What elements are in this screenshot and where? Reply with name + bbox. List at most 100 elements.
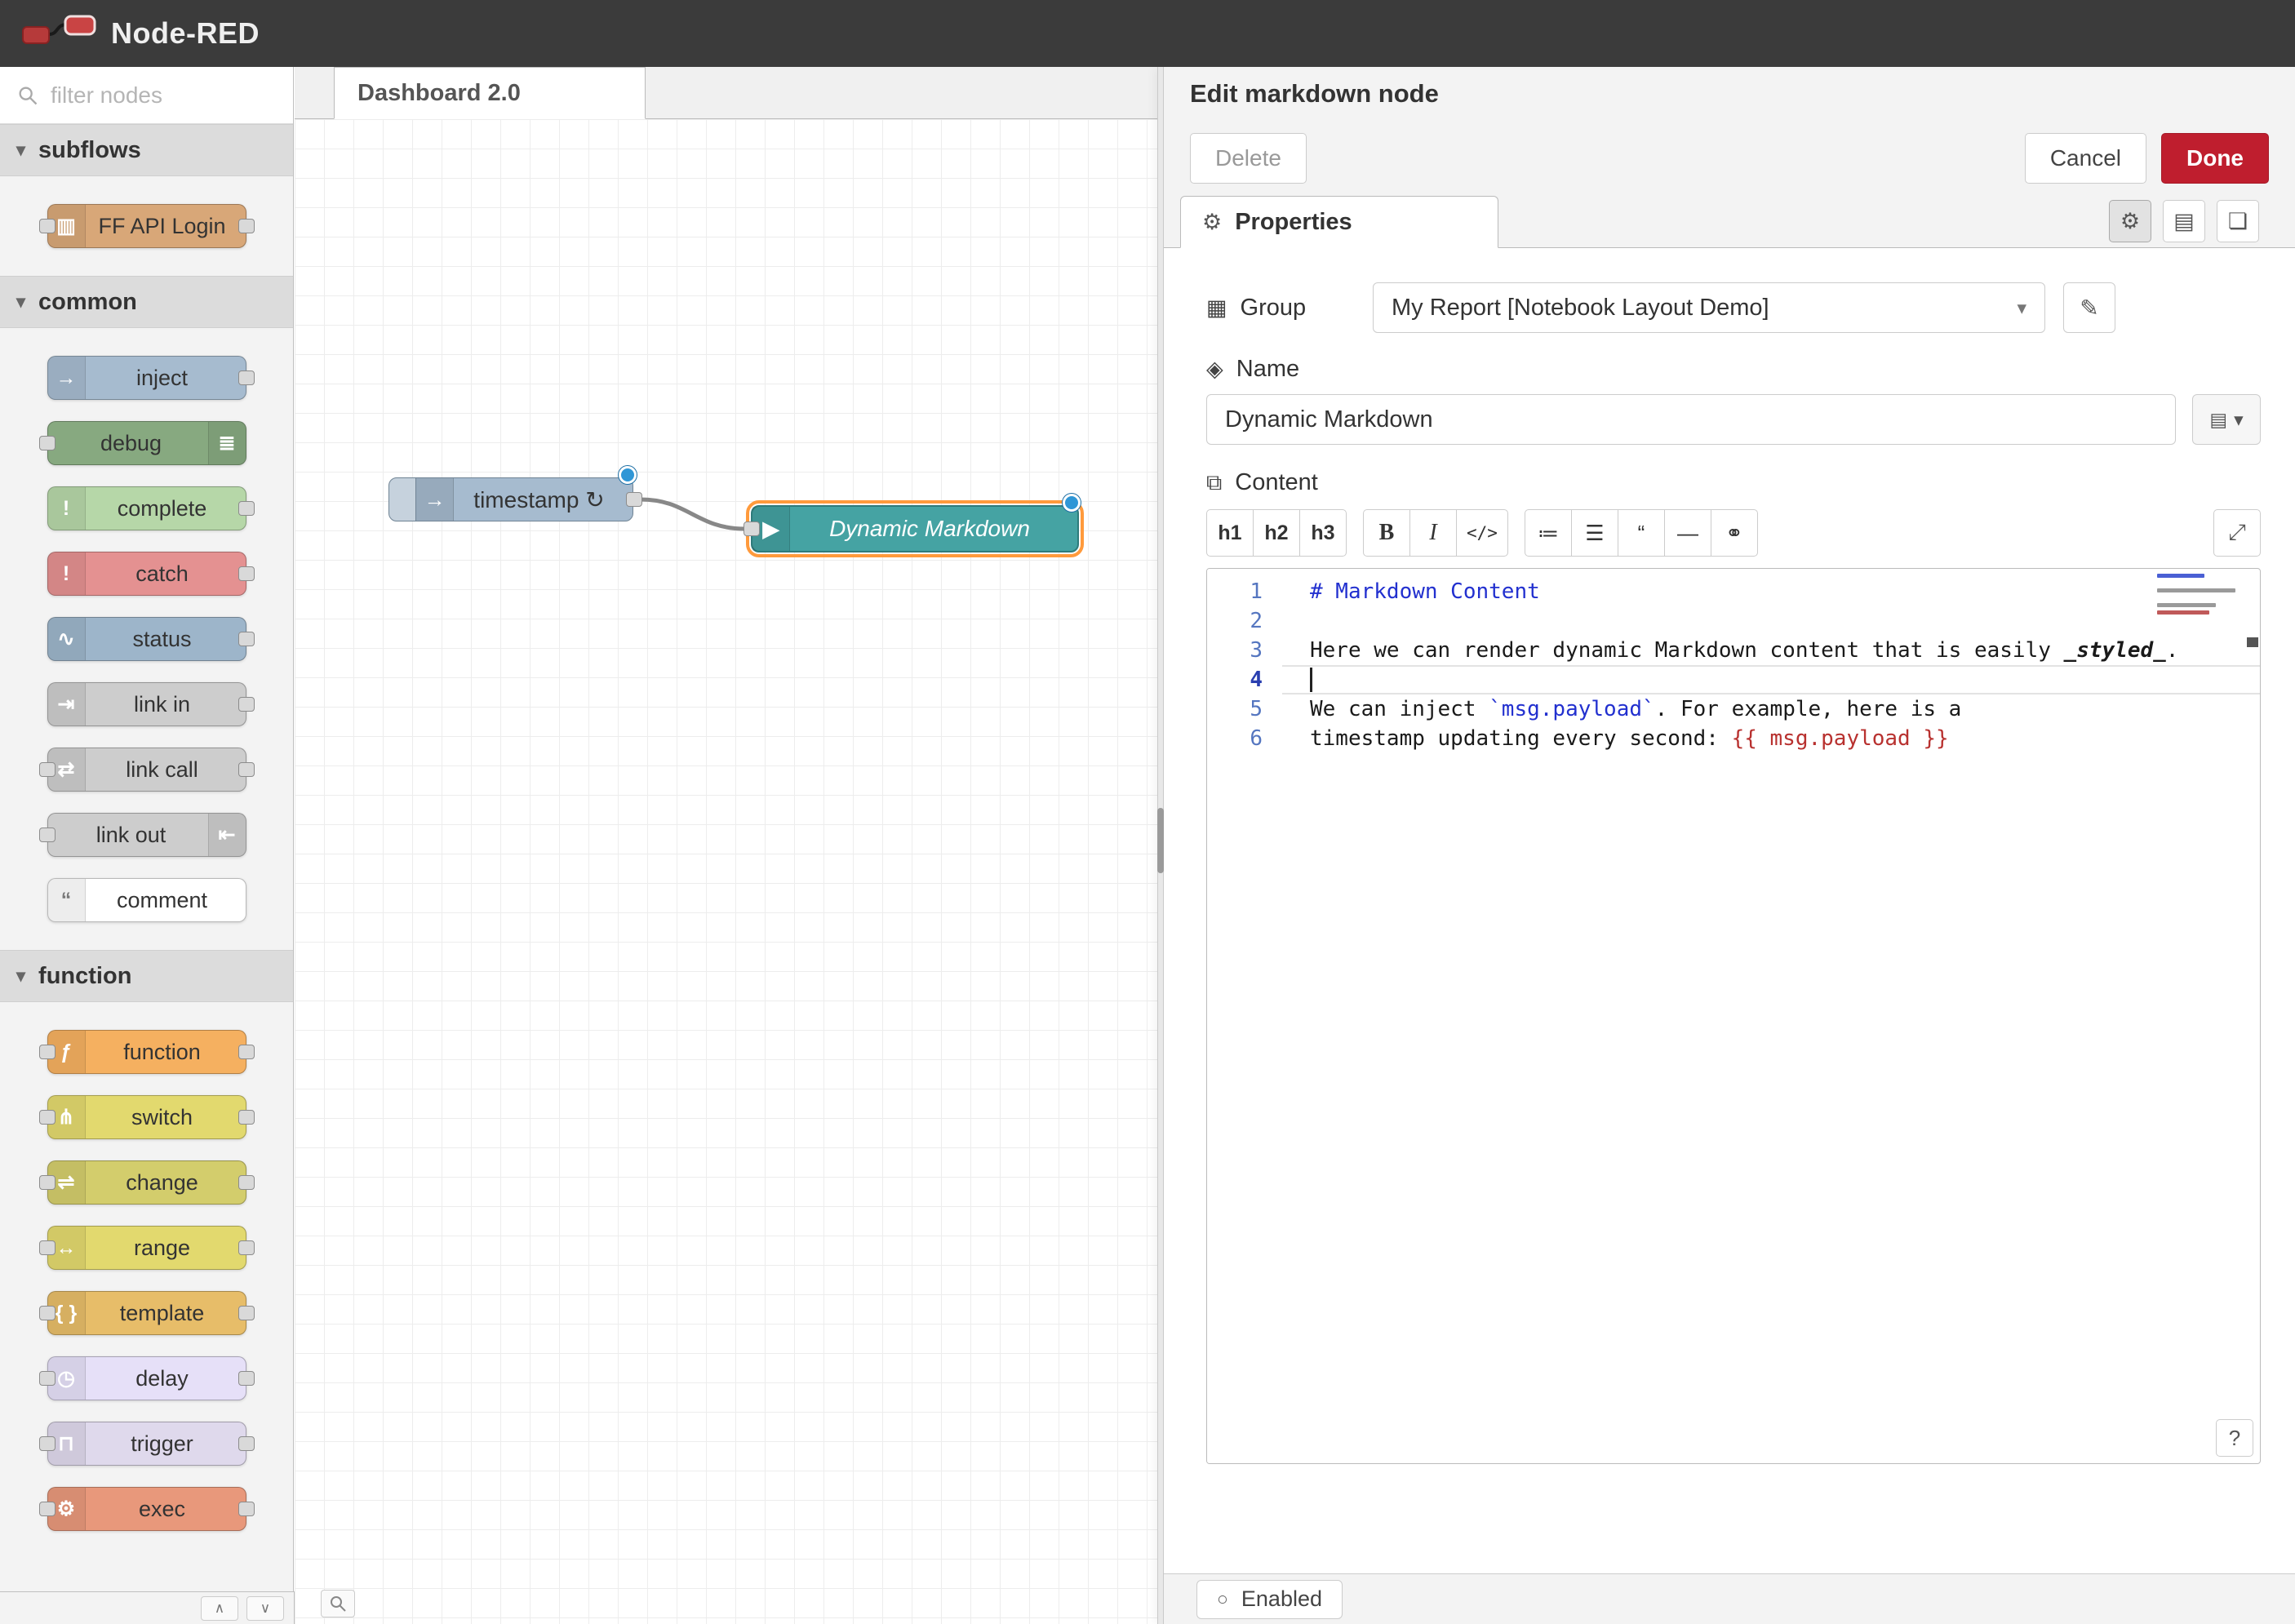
code-line[interactable]: # Markdown Content xyxy=(1282,577,2260,606)
output-port[interactable] xyxy=(238,1502,255,1516)
palette-node-range[interactable]: ↔range xyxy=(47,1226,246,1270)
inject-node-body[interactable]: → timestamp ↻ xyxy=(415,477,633,521)
name-input[interactable]: Dynamic Markdown xyxy=(1206,394,2176,445)
palette-node-comment[interactable]: “comment xyxy=(47,878,246,922)
italic-button[interactable]: I xyxy=(1409,509,1457,557)
input-port[interactable] xyxy=(39,219,55,233)
palette-node-link-in[interactable]: ⇥link in xyxy=(47,682,246,726)
palette-node-link-call[interactable]: ⇄link call xyxy=(47,748,246,792)
code-line[interactable] xyxy=(1282,665,2260,694)
markdown-code-editor[interactable]: 123456 # Markdown ContentHere we can ren… xyxy=(1206,568,2261,1464)
description-icon-button[interactable]: ▤ xyxy=(2163,200,2205,242)
input-port[interactable] xyxy=(39,436,55,450)
tray-tab-bar: ⚙ Properties ⚙ ▤ ❏ xyxy=(1164,196,2295,248)
palette-node-function[interactable]: ƒfunction xyxy=(47,1030,246,1074)
input-port[interactable] xyxy=(39,762,55,777)
input-port[interactable] xyxy=(39,1110,55,1125)
palette-node-link-out[interactable]: ⇤link out xyxy=(47,813,246,857)
appearance-icon-button[interactable]: ❏ xyxy=(2217,200,2259,242)
output-port[interactable] xyxy=(238,632,255,646)
output-port[interactable] xyxy=(238,566,255,581)
line-number: 3 xyxy=(1207,636,1282,665)
output-port[interactable] xyxy=(238,1240,255,1255)
properties-icon-button[interactable]: ⚙ xyxy=(2109,200,2151,242)
h2-button[interactable]: h2 xyxy=(1253,509,1300,557)
link-button[interactable]: ⚭ xyxy=(1711,509,1758,557)
input-port[interactable] xyxy=(39,1371,55,1386)
input-port[interactable] xyxy=(39,1436,55,1451)
code-token: timestamp updating every second: xyxy=(1310,726,1732,751)
output-port[interactable] xyxy=(238,219,255,233)
h3-button[interactable]: h3 xyxy=(1299,509,1347,557)
code-line[interactable]: We can inject `msg.payload`. For example… xyxy=(1282,694,2260,724)
output-port[interactable] xyxy=(238,1175,255,1190)
palette-node-status[interactable]: ∿status xyxy=(47,617,246,661)
bold-button[interactable]: B xyxy=(1363,509,1410,557)
code-line[interactable]: timestamp updating every second: {{ msg.… xyxy=(1282,724,2260,753)
input-port[interactable] xyxy=(39,828,55,842)
palette-category-common[interactable]: ▾common xyxy=(0,276,293,328)
editor-help-button[interactable]: ? xyxy=(2216,1419,2253,1457)
h1-button[interactable]: h1 xyxy=(1206,509,1254,557)
group-label-row: ▦ Group xyxy=(1206,295,1373,322)
content-label-row: ⧉ Content xyxy=(1206,469,2261,496)
palette-node-ff-api-login[interactable]: ▥FF API Login xyxy=(47,204,246,248)
output-port[interactable] xyxy=(238,762,255,777)
code-line[interactable] xyxy=(1282,606,2260,636)
code-line[interactable]: Here we can render dynamic Markdown cont… xyxy=(1282,636,2260,665)
palette-node-exec[interactable]: ⚙exec xyxy=(47,1487,246,1531)
inline-code-button[interactable]: </> xyxy=(1456,509,1508,557)
input-port[interactable] xyxy=(39,1175,55,1190)
palette-category-function[interactable]: ▾function xyxy=(0,950,293,1002)
ordered-list-button[interactable]: ≔ xyxy=(1525,509,1572,557)
cancel-button[interactable]: Cancel xyxy=(2025,133,2146,184)
node-enabled-toggle[interactable]: ○ Enabled xyxy=(1196,1580,1343,1619)
output-port[interactable] xyxy=(238,1371,255,1386)
input-port[interactable] xyxy=(39,1306,55,1320)
collapse-categories-button[interactable]: ∧ xyxy=(201,1596,238,1621)
palette-node-template[interactable]: { }template xyxy=(47,1291,246,1335)
panel-resize-handle[interactable] xyxy=(1157,808,1164,873)
palette-node-switch[interactable]: ⋔switch xyxy=(47,1095,246,1139)
done-button[interactable]: Done xyxy=(2161,133,2269,184)
output-port[interactable] xyxy=(626,492,642,507)
flow-canvas[interactable]: → timestamp ↻ ▶ Dynamic Markdown xyxy=(295,119,1157,1624)
tab-properties[interactable]: ⚙ Properties xyxy=(1180,196,1498,248)
edit-group-button[interactable]: ✎ xyxy=(2063,282,2115,333)
input-port[interactable] xyxy=(39,1502,55,1516)
input-port[interactable] xyxy=(744,521,760,536)
flow-node-dynamic-markdown[interactable]: ▶ Dynamic Markdown xyxy=(751,505,1079,552)
output-port[interactable] xyxy=(238,1306,255,1320)
palette-node-debug[interactable]: ≣debug xyxy=(47,421,246,465)
expand-categories-button[interactable]: ∨ xyxy=(246,1596,284,1621)
palette-node-trigger[interactable]: ⊓trigger xyxy=(47,1422,246,1466)
input-port[interactable] xyxy=(39,1045,55,1059)
palette-node-delay[interactable]: ◷delay xyxy=(47,1356,246,1400)
output-port[interactable] xyxy=(238,1110,255,1125)
unordered-list-button[interactable]: ☰ xyxy=(1571,509,1618,557)
output-port[interactable] xyxy=(238,501,255,516)
output-port[interactable] xyxy=(238,697,255,712)
horizontal-rule-button[interactable]: — xyxy=(1664,509,1711,557)
output-port[interactable] xyxy=(238,1436,255,1451)
delete-button[interactable]: Delete xyxy=(1190,133,1307,184)
zoom-search-button[interactable] xyxy=(321,1590,355,1617)
output-port[interactable] xyxy=(238,1045,255,1059)
name-options-button[interactable]: ▤ ▾ xyxy=(2192,394,2261,445)
palette-search-input[interactable]: filter nodes xyxy=(0,67,293,124)
palette-category-subflows[interactable]: ▾subflows xyxy=(0,124,293,176)
palette-node-change[interactable]: ⇌change xyxy=(47,1160,246,1205)
palette-node-catch[interactable]: !catch xyxy=(47,552,246,596)
output-port[interactable] xyxy=(238,371,255,385)
input-port[interactable] xyxy=(39,1240,55,1255)
editor-expand-button[interactable]: ⤢ xyxy=(2213,509,2261,557)
palette-node-label: switch xyxy=(86,1096,239,1138)
editor-code-area[interactable]: # Markdown Content Here we can render dyn… xyxy=(1282,569,2260,1463)
tab-dashboard-2-0[interactable]: Dashboard 2.0 xyxy=(334,67,646,119)
inject-run-button[interactable] xyxy=(388,477,416,521)
palette-node-complete[interactable]: !complete xyxy=(47,486,246,530)
blockquote-button[interactable]: “ xyxy=(1618,509,1665,557)
palette-node-inject[interactable]: →inject xyxy=(47,356,246,400)
flow-node-timestamp[interactable]: → timestamp ↻ xyxy=(388,477,633,521)
group-select[interactable]: My Report [Notebook Layout Demo] ▾ xyxy=(1373,282,2045,333)
